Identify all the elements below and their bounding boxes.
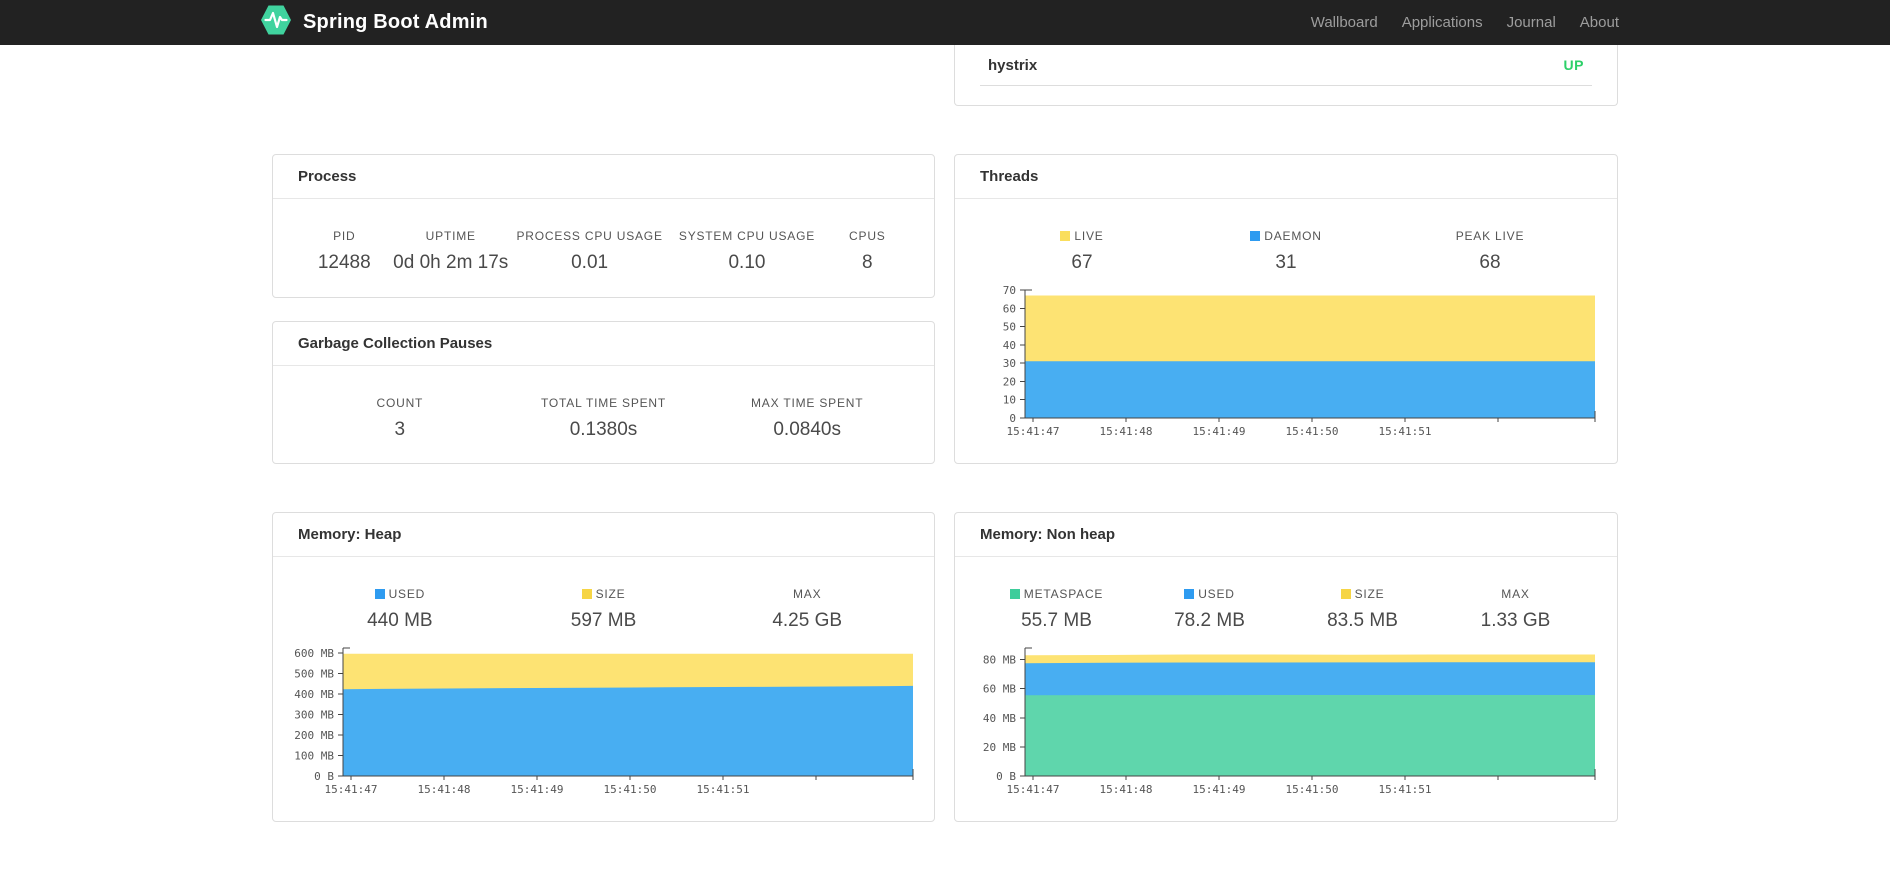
svg-text:15:41:51: 15:41:51 <box>1379 425 1432 438</box>
svg-text:30: 30 <box>1003 357 1016 370</box>
svg-text:0 B: 0 B <box>996 770 1016 783</box>
svg-text:20 MB: 20 MB <box>983 741 1016 754</box>
brand-title: Spring Boot Admin <box>303 11 488 33</box>
memory-nonheap-panel: Memory: Non heap METASPACE 55.7 MB USED … <box>954 512 1618 822</box>
stat-heap-size: SIZE 597 MB <box>570 587 637 631</box>
svg-text:15:41:47: 15:41:47 <box>325 783 378 796</box>
svg-text:600 MB: 600 MB <box>294 647 334 660</box>
svg-text:15:41:50: 15:41:50 <box>1286 783 1339 796</box>
threads-panel-title: Threads <box>955 155 1617 199</box>
svg-text:20: 20 <box>1003 375 1016 388</box>
stat-threads-live: LIVE 67 <box>980 229 1184 274</box>
svg-text:300 MB: 300 MB <box>294 709 334 722</box>
stat-threads-daemon: DAEMON 31 <box>1184 229 1388 274</box>
svg-text:100 MB: 100 MB <box>294 750 334 763</box>
status-badge: UP <box>1563 57 1584 73</box>
svg-text:60: 60 <box>1003 302 1016 315</box>
stat-threads-peak-live: PEAK LIVE 68 <box>1455 229 1525 273</box>
brand[interactable]: Spring Boot Admin <box>259 1 488 44</box>
svg-text:15:41:48: 15:41:48 <box>1100 783 1153 796</box>
memory-heap-legend: USED 440 MB SIZE 597 MB MAX 4.25 GB <box>273 557 934 632</box>
svg-text:40 MB: 40 MB <box>983 712 1016 725</box>
svg-text:15:41:47: 15:41:47 <box>1007 783 1060 796</box>
navbar: Spring Boot Admin Wallboard Applications… <box>0 0 1890 45</box>
metaspace-swatch-icon <box>1009 589 1020 599</box>
svg-text:15:41:51: 15:41:51 <box>697 783 750 796</box>
process-panel-title: Process <box>273 155 934 199</box>
stat-process-cpu-usage: PROCESS CPU USAGE 0.01 <box>516 229 663 273</box>
stat-nonheap-size: SIZE 83.5 MB <box>1327 587 1398 631</box>
threads-panel: Threads LIVE 67 DAEMON 31 PEAK LIVE 68 0… <box>954 154 1618 464</box>
svg-text:500 MB: 500 MB <box>294 668 334 681</box>
daemon-swatch-icon <box>1250 231 1261 241</box>
threads-legend: LIVE 67 DAEMON 31 PEAK LIVE 68 <box>955 199 1617 274</box>
stat-nonheap-metaspace: METASPACE 55.7 MB <box>980 587 1133 632</box>
nav-link-about[interactable]: About <box>1568 14 1631 31</box>
application-row[interactable]: hystrix UP <box>980 45 1592 86</box>
applications-panel: hystrix UP <box>954 45 1618 106</box>
svg-text:0: 0 <box>1009 412 1016 425</box>
stat-heap-max: MAX 4.25 GB <box>772 587 843 631</box>
svg-text:10: 10 <box>1003 394 1016 407</box>
memory-heap-chart: 0 B 100 MB 200 MB 300 MB 400 MB 500 MB 600 MB 1… <box>273 640 934 809</box>
used-swatch-icon <box>1184 589 1195 599</box>
svg-text:15:41:48: 15:41:48 <box>418 783 471 796</box>
svg-text:15:41:50: 15:41:50 <box>604 783 657 796</box>
stat-nonheap-used: USED 78.2 MB <box>1174 587 1245 631</box>
svg-text:80 MB: 80 MB <box>983 654 1016 667</box>
svg-text:60 MB: 60 MB <box>983 683 1016 696</box>
memory-nonheap-panel-title: Memory: Non heap <box>955 513 1617 557</box>
gc-stats: COUNT 3 TOTAL TIME SPENT 0.1380s MAX TIM… <box>273 366 934 441</box>
svg-text:15:41:50: 15:41:50 <box>1286 425 1339 438</box>
size-swatch-icon <box>1340 589 1351 599</box>
stat-cpus: CPUS 8 <box>849 229 886 273</box>
svg-text:15:41:49: 15:41:49 <box>1193 783 1246 796</box>
svg-text:15:41:49: 15:41:49 <box>511 783 564 796</box>
svg-text:400 MB: 400 MB <box>294 688 334 701</box>
live-swatch-icon <box>1060 231 1071 241</box>
used-swatch-icon <box>374 589 385 599</box>
threads-chart: 0 10 20 30 40 50 60 70 15:41:47 15:41:48 15:41:49 1… <box>955 282 1617 451</box>
process-panel: Process PID 12488 UPTIME 0d 0h 2m 17s PR… <box>272 154 935 298</box>
gc-panel: Garbage Collection Pauses COUNT 3 TOTAL … <box>272 321 935 464</box>
nav-link-journal[interactable]: Journal <box>1495 14 1568 31</box>
svg-text:200 MB: 200 MB <box>294 729 334 742</box>
size-swatch-icon <box>581 589 592 599</box>
nav-link-wallboard[interactable]: Wallboard <box>1299 14 1390 31</box>
spring-boot-admin-logo-icon <box>259 1 293 44</box>
application-name[interactable]: hystrix <box>988 57 1037 74</box>
stat-gc-max-time: MAX TIME SPENT 0.0840s <box>751 396 864 440</box>
stat-gc-total-time: TOTAL TIME SPENT 0.1380s <box>540 396 667 440</box>
svg-text:50: 50 <box>1003 321 1016 334</box>
memory-heap-panel: Memory: Heap USED 440 MB SIZE 597 MB MAX <box>272 512 935 822</box>
svg-text:40: 40 <box>1003 339 1016 352</box>
svg-text:15:41:47: 15:41:47 <box>1007 425 1060 438</box>
memory-nonheap-chart: 0 B 20 MB 40 MB 60 MB 80 MB 15:41:47 15:41:48 1… <box>955 640 1617 809</box>
nav-links: Wallboard Applications Journal About <box>1299 14 1631 31</box>
nav-link-applications[interactable]: Applications <box>1390 14 1495 31</box>
process-stats: PID 12488 UPTIME 0d 0h 2m 17s PROCESS CP… <box>273 199 934 274</box>
stat-uptime: UPTIME 0d 0h 2m 17s <box>393 229 509 273</box>
svg-text:0 B: 0 B <box>314 770 334 783</box>
stat-nonheap-max: MAX 1.33 GB <box>1480 587 1551 631</box>
gc-panel-title: Garbage Collection Pauses <box>273 322 934 366</box>
stat-heap-used: USED 440 MB <box>367 587 433 631</box>
svg-text:15:41:51: 15:41:51 <box>1379 783 1432 796</box>
svg-text:70: 70 <box>1003 284 1016 297</box>
svg-text:15:41:49: 15:41:49 <box>1193 425 1246 438</box>
memory-heap-panel-title: Memory: Heap <box>273 513 934 557</box>
svg-text:15:41:48: 15:41:48 <box>1100 425 1153 438</box>
stat-gc-count: COUNT 3 <box>376 396 424 440</box>
stat-pid: PID 12488 <box>317 229 371 273</box>
memory-nonheap-legend: METASPACE 55.7 MB USED 78.2 MB SIZE 83.5… <box>955 557 1617 632</box>
page: Spring Boot Admin Wallboard Applications… <box>0 0 1890 892</box>
stat-system-cpu-usage: SYSTEM CPU USAGE 0.10 <box>678 229 816 273</box>
